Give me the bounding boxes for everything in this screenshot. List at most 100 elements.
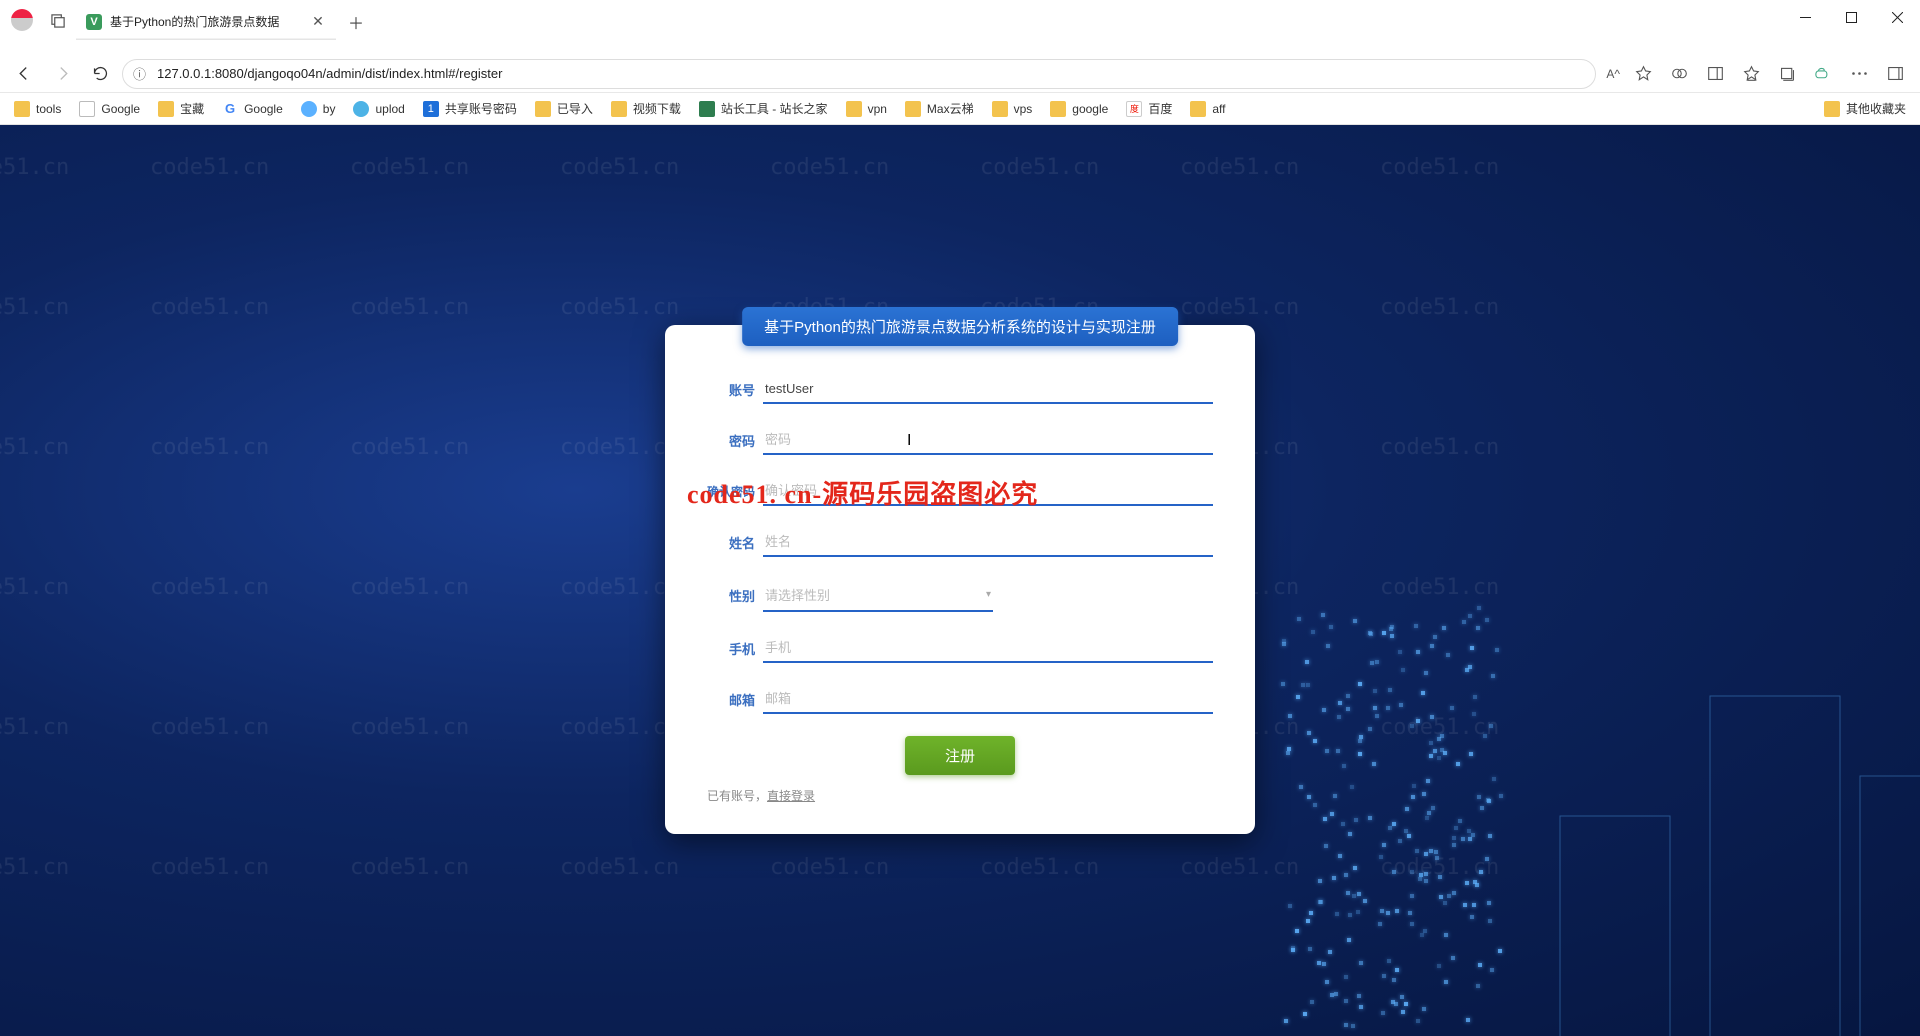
forward-button[interactable] — [46, 58, 78, 90]
decoration-dot — [1332, 876, 1336, 880]
new-tab-button[interactable]: ＋ — [342, 8, 370, 36]
login-link[interactable]: 直接登录 — [767, 789, 815, 803]
browser-tab[interactable]: V 基于Python的热门旅游景点数据 ✕ — [76, 4, 336, 40]
bookmark-label: vpn — [868, 102, 887, 116]
decoration-dot — [1411, 795, 1415, 799]
decoration-dot — [1461, 837, 1465, 841]
window-controls — [1782, 0, 1920, 34]
select-gender[interactable]: 请选择性别 ▾ — [763, 579, 993, 612]
decoration-dot — [1328, 950, 1332, 954]
bookmark-item[interactable]: 视频下载 — [603, 96, 689, 122]
bookmark-item[interactable]: tools — [6, 96, 69, 122]
decoration-dot — [1405, 807, 1409, 811]
collections-button[interactable] — [1770, 58, 1804, 90]
decoration-dot — [1427, 811, 1431, 815]
input-password[interactable] — [763, 426, 1213, 455]
decoration-dot — [1452, 843, 1456, 847]
decoration-dot — [1410, 724, 1414, 728]
profile-button[interactable] — [8, 6, 36, 34]
bookmark-item[interactable]: 度百度 — [1118, 96, 1180, 122]
bookmark-item[interactable]: Google — [71, 96, 148, 122]
extension-1-button[interactable] — [1806, 58, 1840, 90]
decoration-dot — [1470, 915, 1474, 919]
input-phone[interactable] — [763, 634, 1213, 663]
favorite-button[interactable] — [1626, 58, 1660, 90]
decoration-dot — [1425, 816, 1429, 820]
decoration-dot — [1465, 881, 1469, 885]
decoration-dot — [1433, 635, 1437, 639]
folder-icon — [1050, 101, 1066, 117]
decoration-dot — [1485, 857, 1489, 861]
address-bar: ⓘ 127.0.0.1:8080/djangoqo04n/admin/dist/… — [0, 55, 1920, 93]
decoration-dot — [1398, 839, 1402, 843]
sidebar-button[interactable] — [1698, 58, 1732, 90]
decoration-dot — [1372, 762, 1376, 766]
decoration-dot — [1386, 706, 1390, 710]
bookmark-item[interactable]: aff — [1182, 96, 1233, 122]
decoration-dot — [1299, 785, 1303, 789]
tab-actions-button[interactable] — [44, 6, 72, 34]
bookmark-item[interactable]: 站长工具 - 站长之家 — [691, 96, 836, 122]
bookmark-item[interactable]: vps — [984, 96, 1041, 122]
more-button[interactable] — [1842, 58, 1876, 90]
read-aloud-button[interactable]: A^ — [1602, 58, 1624, 90]
refresh-button[interactable] — [84, 58, 116, 90]
extensions-button[interactable] — [1662, 58, 1696, 90]
tab-favicon: V — [86, 14, 102, 30]
minimize-button[interactable] — [1782, 0, 1828, 34]
tab-close-button[interactable]: ✕ — [310, 14, 326, 30]
bookmark-item[interactable]: vpn — [838, 96, 895, 122]
decoration-dot — [1477, 606, 1481, 610]
decoration-dot — [1282, 642, 1286, 646]
bookmark-item[interactable]: Max云梯 — [897, 96, 982, 122]
watermark-text: code51.cn — [980, 155, 1099, 180]
decoration-dot — [1344, 1023, 1348, 1027]
decoration-dot — [1352, 894, 1356, 898]
site-icon — [699, 101, 715, 117]
input-account[interactable] — [763, 375, 1213, 404]
bookmark-item[interactable]: uplod — [345, 96, 412, 122]
other-bookmarks[interactable]: 其他收藏夹 — [1816, 96, 1914, 122]
decoration-dot — [1466, 1018, 1470, 1022]
maximize-button[interactable] — [1828, 0, 1874, 34]
decoration-dot — [1325, 980, 1329, 984]
decoration-dot — [1434, 850, 1438, 854]
decoration-dot — [1382, 974, 1386, 978]
bookmark-item[interactable]: by — [293, 96, 344, 122]
input-email[interactable] — [763, 685, 1213, 714]
decoration-dot — [1473, 880, 1477, 884]
watermark-text: code51.cn — [350, 295, 469, 320]
copilot-sidebar-button[interactable] — [1878, 58, 1912, 90]
favorites-list-button[interactable] — [1734, 58, 1768, 90]
site-icon: 1 — [423, 101, 439, 117]
folder-icon — [1824, 101, 1840, 117]
register-button[interactable]: 注册 — [905, 736, 1015, 775]
bookmark-item[interactable]: 已导入 — [527, 96, 601, 122]
bookmark-item[interactable]: 宝藏 — [150, 96, 212, 122]
input-confirm[interactable] — [763, 477, 1213, 506]
decoration-dot — [1422, 792, 1426, 796]
bookmark-item[interactable]: google — [1042, 96, 1116, 122]
close-window-button[interactable] — [1874, 0, 1920, 34]
decoration-dot — [1414, 624, 1418, 628]
row-confirm: 确认密码 code51. cn-源码乐园盗图必究 — [707, 477, 1213, 506]
decoration-dot — [1469, 752, 1473, 756]
decoration-dot — [1431, 806, 1435, 810]
watermark-text: code51.cn — [0, 575, 69, 600]
decoration-dot — [1454, 826, 1458, 830]
folder-icon — [846, 101, 862, 117]
decoration-dot — [1310, 1000, 1314, 1004]
decoration-dot — [1401, 1010, 1405, 1014]
bookmark-item[interactable]: 1共享账号密码 — [415, 96, 525, 122]
decoration-dot — [1286, 751, 1290, 755]
decoration-dot — [1480, 806, 1484, 810]
back-button[interactable] — [8, 58, 40, 90]
decoration-dot — [1359, 1005, 1363, 1009]
bookmark-item[interactable]: GGoogle — [214, 96, 291, 122]
site-info-icon[interactable]: ⓘ — [133, 64, 151, 83]
decoration-dot — [1437, 964, 1441, 968]
decoration-dot — [1357, 994, 1361, 998]
input-name[interactable] — [763, 528, 1213, 557]
decoration-dot — [1468, 665, 1472, 669]
url-input[interactable]: ⓘ 127.0.0.1:8080/djangoqo04n/admin/dist/… — [122, 59, 1596, 89]
